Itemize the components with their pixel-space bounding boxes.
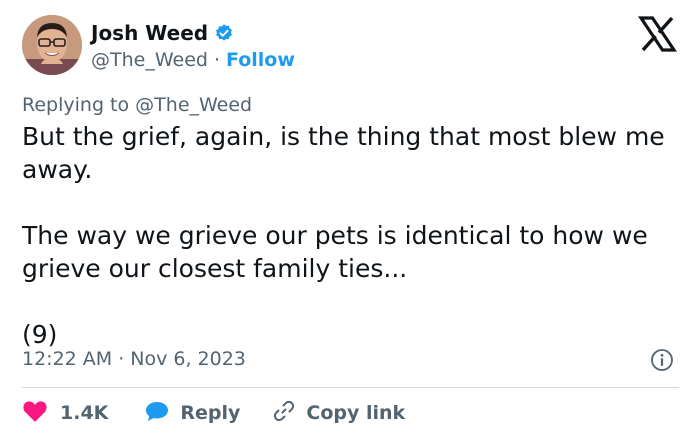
tweet-paragraph: The way we grieve our pets is identical … [22, 221, 648, 283]
speech-bubble-icon [144, 399, 170, 427]
tweet-paragraph: But the grief, again, is the thing that … [22, 122, 665, 184]
like-count: 1.4K [60, 402, 109, 424]
tweet-time: 12:22 AM [22, 348, 113, 370]
avatar[interactable] [22, 15, 82, 75]
tweet-timestamp[interactable]: 12:22 AM · Nov 6, 2023 [22, 347, 246, 371]
like-button[interactable]: 1.4K [22, 399, 108, 427]
tweet-text: But the grief, again, is the thing that … [22, 120, 682, 351]
separator-dot: · [118, 348, 125, 370]
heart-icon [22, 399, 48, 427]
author-handle-row: @The_Weed · Follow [91, 48, 295, 72]
divider [22, 387, 679, 388]
verified-badge-icon [214, 23, 234, 43]
reply-button[interactable]: Reply [144, 399, 240, 427]
copy-link-button[interactable]: Copy link [272, 399, 405, 427]
replying-to: Replying to @The_Weed [22, 93, 252, 117]
follow-button[interactable]: Follow [226, 48, 295, 72]
copy-link-label: Copy link [306, 402, 406, 424]
link-icon [272, 399, 296, 427]
author-handle[interactable]: @The_Weed [91, 48, 208, 72]
replying-to-label: Replying to [22, 94, 130, 116]
avatar-photo [22, 15, 82, 75]
info-icon[interactable] [650, 348, 674, 372]
x-logo-icon[interactable] [637, 16, 678, 52]
tweet-card: Josh Weed @The_Weed · Follow Replying to… [0, 0, 700, 440]
tweet-date: Nov 6, 2023 [130, 348, 246, 370]
replying-to-mention[interactable]: @The_Weed [135, 94, 252, 116]
tweet-actions: 1.4K Reply Copy link [22, 398, 405, 428]
author-name-row: Josh Weed [91, 21, 234, 45]
separator-dot: · [213, 49, 220, 71]
author-name[interactable]: Josh Weed [91, 21, 208, 45]
reply-label: Reply [180, 402, 241, 424]
